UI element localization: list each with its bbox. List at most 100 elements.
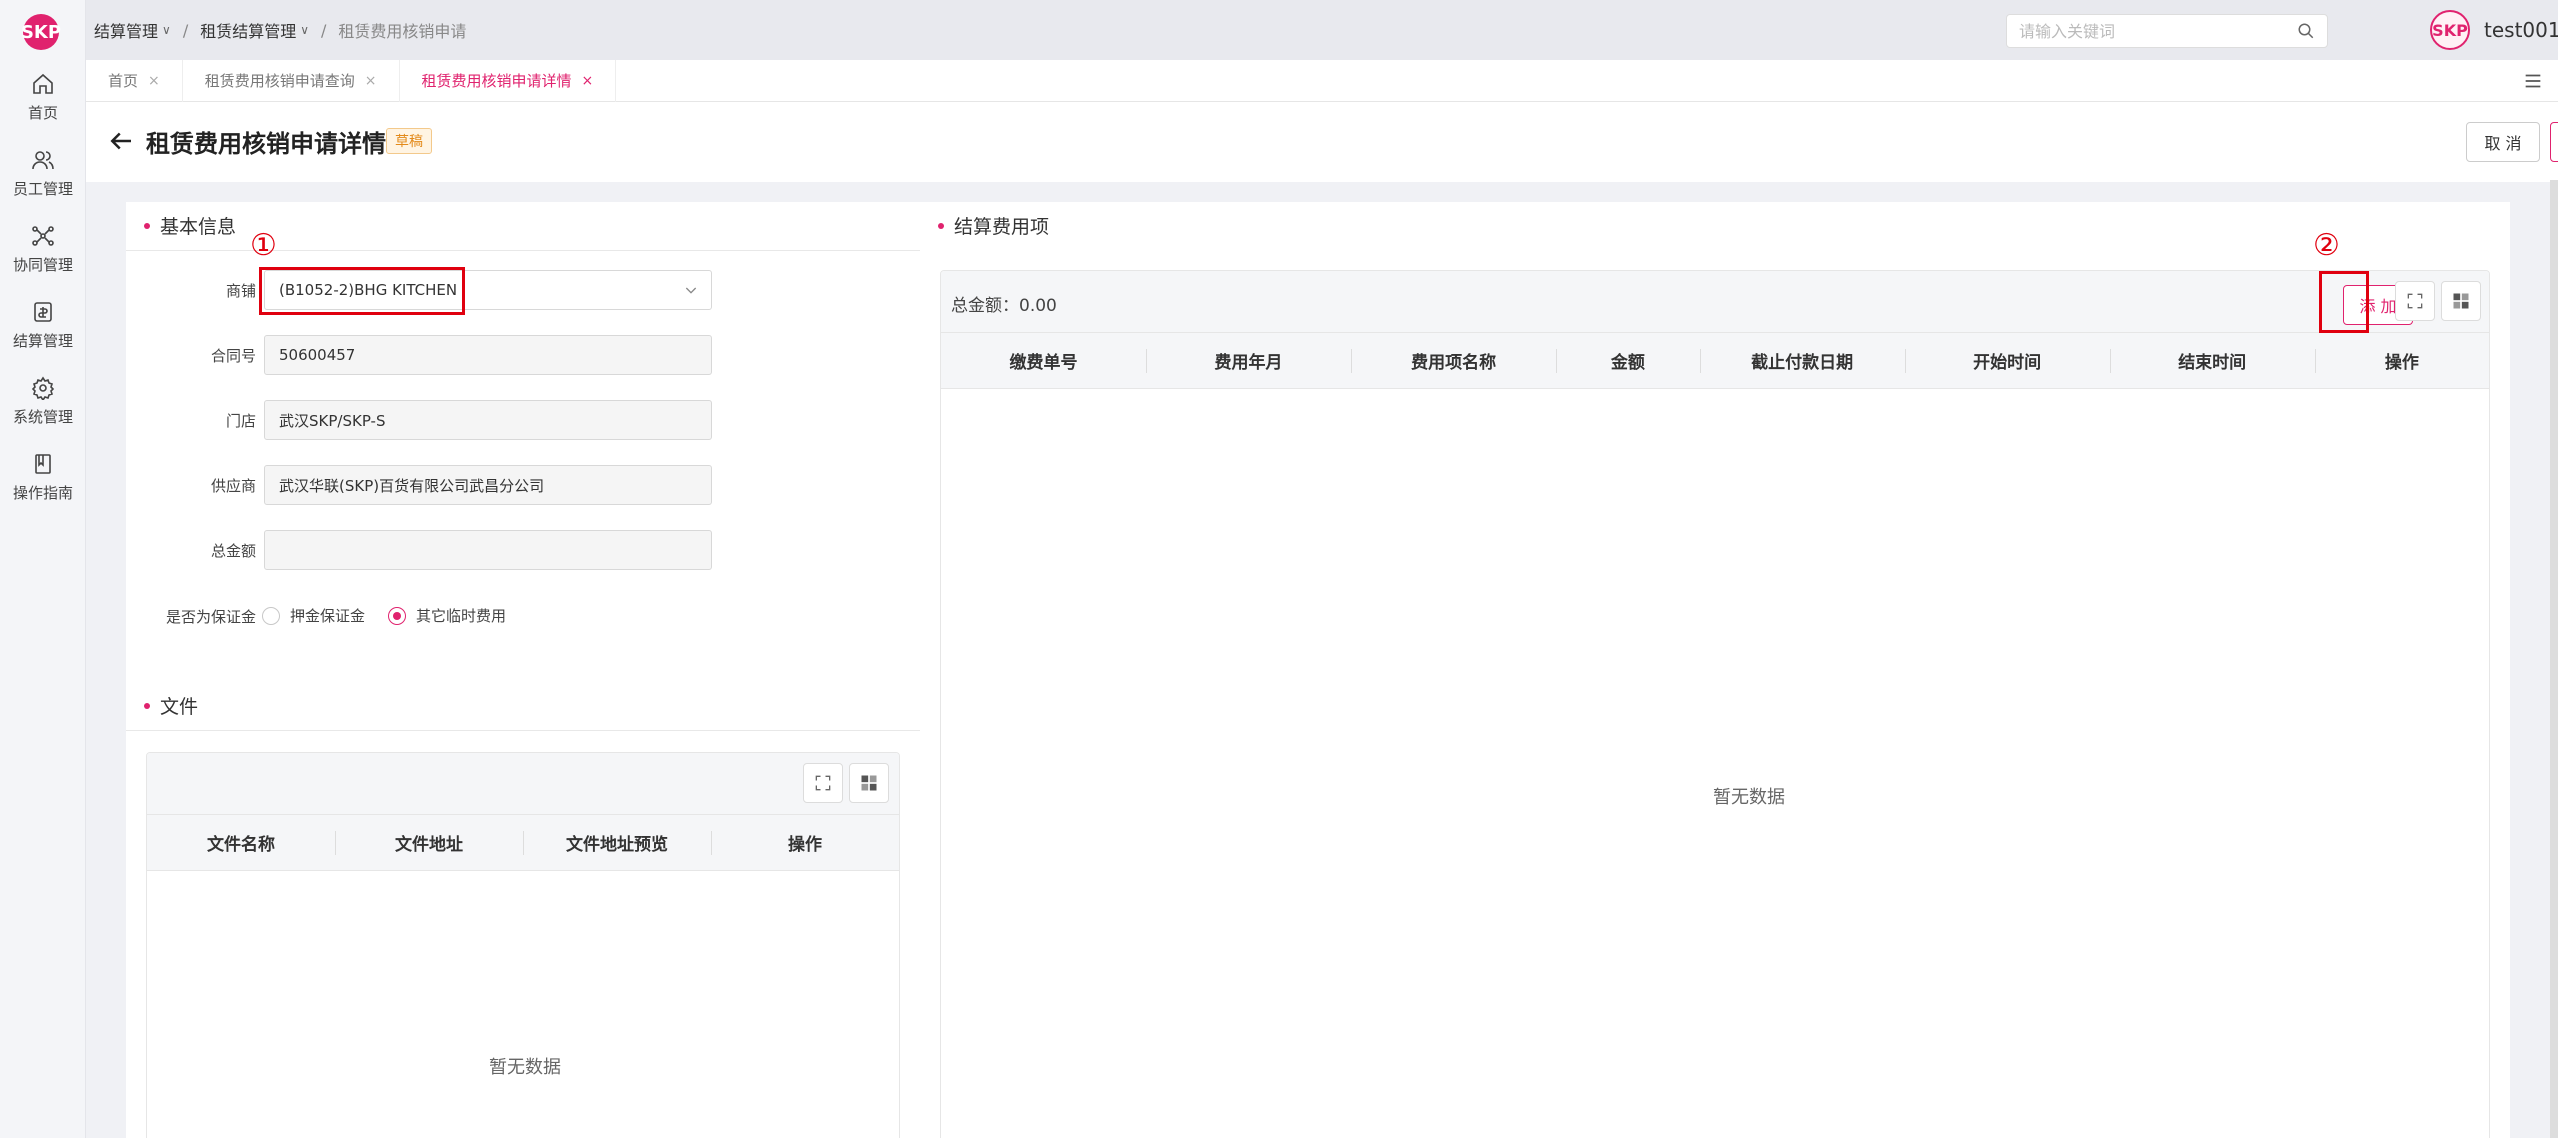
fullscreen-button[interactable] bbox=[2395, 281, 2435, 321]
table-header: 缴费单号 费用年月 费用项名称 金额 截止付款日期 开始时间 结束时间 操作 bbox=[941, 333, 2489, 389]
back-arrow-icon[interactable] bbox=[106, 126, 136, 156]
avatar[interactable]: SKP bbox=[2430, 10, 2470, 50]
sidebar-item-label: 操作指南 bbox=[12, 483, 73, 502]
column-header: 缴费单号 bbox=[1009, 353, 1078, 373]
column-settings-button[interactable] bbox=[2441, 281, 2481, 321]
user-menu[interactable]: SKP test001 bbox=[2430, 10, 2558, 50]
tab-bar: 首页 × 租赁费用核销申请查询 × 租赁费用核销申请详情 × bbox=[86, 59, 2558, 102]
fees-total: 总金额：0.00 bbox=[951, 296, 1057, 316]
column-header: 金额 bbox=[1556, 333, 1700, 388]
tab-detail[interactable]: 租赁费用核销申请详情 × bbox=[400, 59, 617, 102]
close-icon[interactable]: × bbox=[582, 73, 594, 89]
column-header: 费用项名称 bbox=[1351, 333, 1556, 388]
sidebar-item-guide[interactable]: 操作指南 bbox=[0, 442, 86, 512]
column-header: 文件地址 bbox=[335, 815, 523, 870]
settlement-icon bbox=[34, 301, 52, 322]
contract-field: 50600457 bbox=[264, 335, 712, 375]
breadcrumb-item-settlement[interactable]: 结算管理 ∨ bbox=[94, 18, 171, 42]
chevron-down-icon: ∨ bbox=[300, 23, 310, 37]
radio-label: 其它临时费用 bbox=[416, 607, 507, 625]
section-dot bbox=[938, 222, 944, 229]
shop-label: 商铺 bbox=[225, 282, 256, 300]
close-icon[interactable]: × bbox=[365, 73, 377, 89]
sidebar-item-label: 协同管理 bbox=[12, 255, 73, 274]
sidebar-item-settlement[interactable]: 结算管理 bbox=[0, 290, 86, 360]
store-field: 武汉SKP/SKP-S bbox=[264, 400, 712, 440]
annotation-box-1 bbox=[259, 267, 465, 315]
chevron-down-icon bbox=[685, 287, 697, 294]
column-header: 操作 bbox=[2314, 333, 2489, 388]
grid-icon bbox=[861, 775, 877, 791]
fullscreen-icon bbox=[2407, 293, 2423, 309]
page-header: 租赁费用核销申请详情 草稿 取 消 保 存 bbox=[86, 102, 2558, 182]
sidebar-item-system[interactable]: 系统管理 bbox=[0, 366, 86, 436]
status-badge: 草稿 bbox=[386, 128, 432, 154]
tab-query[interactable]: 租赁费用核销申请查询 × bbox=[183, 59, 400, 102]
total-label: 总金额 bbox=[210, 542, 256, 560]
annotation-box-2 bbox=[2319, 271, 2369, 333]
column-header: 开始时间 bbox=[1904, 333, 2110, 388]
files-table: 文件名称 文件地址 文件地址预览 操作 暂无数据 bbox=[146, 752, 900, 1138]
scrollbar[interactable] bbox=[2550, 180, 2558, 1138]
annotation-number-1: ① bbox=[250, 228, 277, 263]
section-title-text: 基本信息 bbox=[160, 216, 237, 238]
sidebar-item-label: 员工管理 bbox=[12, 179, 73, 198]
close-icon[interactable]: × bbox=[148, 73, 160, 89]
book-icon bbox=[35, 453, 51, 474]
tab-label: 租赁费用核销申请详情 bbox=[421, 72, 572, 90]
breadcrumb-item-lease[interactable]: 租赁结算管理 ∨ bbox=[200, 18, 309, 42]
total-field bbox=[264, 530, 712, 570]
column-header: 文件地址预览 bbox=[523, 815, 711, 870]
tab-label: 首页 bbox=[108, 72, 139, 90]
radio-circle[interactable] bbox=[262, 606, 280, 625]
sidebar-item-label: 首页 bbox=[27, 103, 58, 122]
chevron-down-icon: ∨ bbox=[162, 23, 171, 37]
fees-table: 总金额：0.00 添 加 缴费单号 费用年月 费用项名称 金额 截止付款日期 开… bbox=[940, 270, 2490, 1138]
supplier-value: 武汉华联(SKP)百货有限公司武昌分公司 bbox=[279, 476, 545, 495]
column-header: 截止付款日期 bbox=[1699, 333, 1905, 388]
grid-icon bbox=[2453, 293, 2469, 309]
tab-home[interactable]: 首页 × bbox=[86, 59, 183, 102]
breadcrumb-item-current: 租赁费用核销申请 bbox=[338, 22, 467, 41]
radio-circle-selected[interactable] bbox=[388, 606, 406, 625]
annotation-number-2: ② bbox=[2313, 228, 2340, 263]
home-icon bbox=[33, 73, 53, 94]
column-header: 费用年月 bbox=[1146, 333, 1351, 388]
username[interactable]: test001 bbox=[2484, 18, 2558, 42]
section-title-files: 文件 bbox=[144, 692, 198, 719]
cancel-button[interactable]: 取 消 bbox=[2466, 122, 2540, 162]
breadcrumb-label: 结算管理 bbox=[94, 22, 159, 41]
table-header: 文件名称 文件地址 文件地址预览 操作 bbox=[147, 815, 899, 871]
search-input[interactable] bbox=[2019, 21, 2297, 41]
breadcrumb: 结算管理 ∨ / 租赁结算管理 ∨ / 租赁费用核销申请 bbox=[94, 0, 466, 60]
sidebar-item-home[interactable]: 首页 bbox=[0, 62, 86, 132]
sidebar: SKP 首页 员工管理 协同管理 结算管理 系统管理 操作指南 bbox=[0, 0, 86, 1138]
column-header: 结束时间 bbox=[2109, 333, 2315, 388]
search-box[interactable] bbox=[2006, 14, 2328, 48]
users-icon bbox=[32, 150, 54, 169]
radio-deposit[interactable]: 押金保证金 bbox=[262, 605, 365, 626]
radio-other-fee[interactable]: 其它临时费用 bbox=[388, 605, 506, 626]
search-icon[interactable] bbox=[2297, 22, 2315, 40]
sidebar-item-collab[interactable]: 协同管理 bbox=[0, 214, 86, 284]
supplier-label: 供应商 bbox=[210, 477, 256, 495]
sidebar-item-staff[interactable]: 员工管理 bbox=[0, 138, 86, 208]
section-title-fees: 结算费用项 bbox=[938, 212, 1049, 239]
fullscreen-button[interactable] bbox=[803, 763, 843, 803]
column-settings-button[interactable] bbox=[849, 763, 889, 803]
section-title-basic-info: 基本信息 bbox=[144, 212, 236, 239]
save-button[interactable]: 保 存 bbox=[2550, 122, 2558, 162]
fullscreen-icon bbox=[815, 775, 831, 791]
app-logo[interactable]: SKP bbox=[21, 14, 61, 50]
network-icon bbox=[32, 225, 54, 246]
section-title-text: 结算费用项 bbox=[954, 216, 1050, 238]
contract-label: 合同号 bbox=[210, 347, 256, 365]
section-dot bbox=[144, 702, 150, 709]
top-bar: 结算管理∨ / 租赁结算管理∨ / 租赁费用核销申请 SKP test001 bbox=[86, 0, 2558, 60]
divider bbox=[126, 250, 920, 251]
breadcrumb-separator: / bbox=[321, 20, 327, 40]
table-toolbar: 总金额：0.00 添 加 bbox=[941, 271, 2489, 333]
menu-icon[interactable] bbox=[2522, 70, 2544, 92]
breadcrumb-separator: / bbox=[182, 20, 189, 40]
divider bbox=[126, 730, 920, 731]
